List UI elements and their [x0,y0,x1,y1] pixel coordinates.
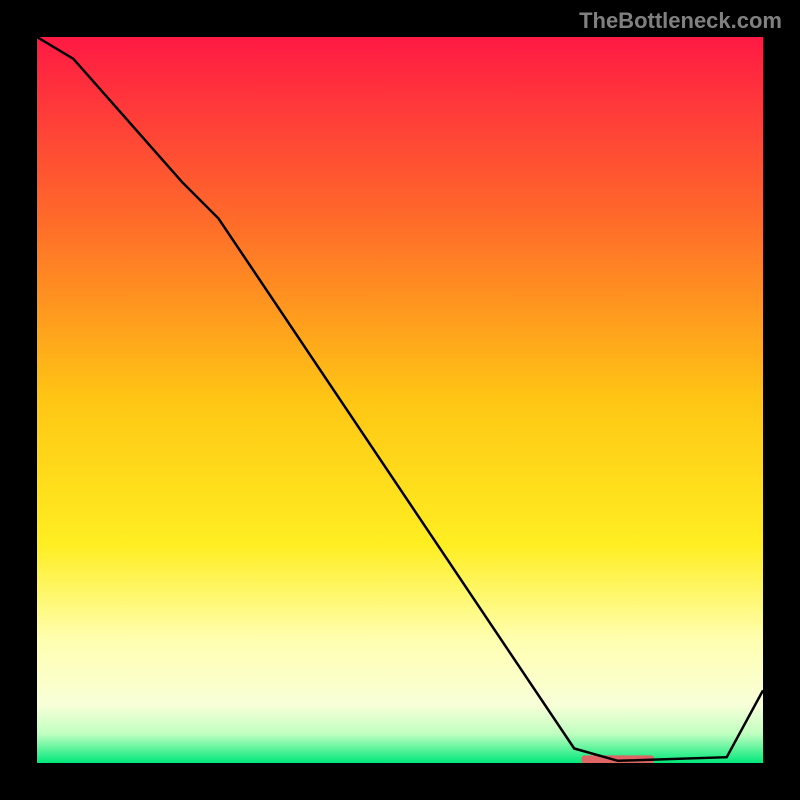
watermark-text: TheBottleneck.com [579,8,782,34]
chart-background [37,37,763,763]
chart-svg [37,37,763,763]
chart-plot-area [37,37,763,763]
